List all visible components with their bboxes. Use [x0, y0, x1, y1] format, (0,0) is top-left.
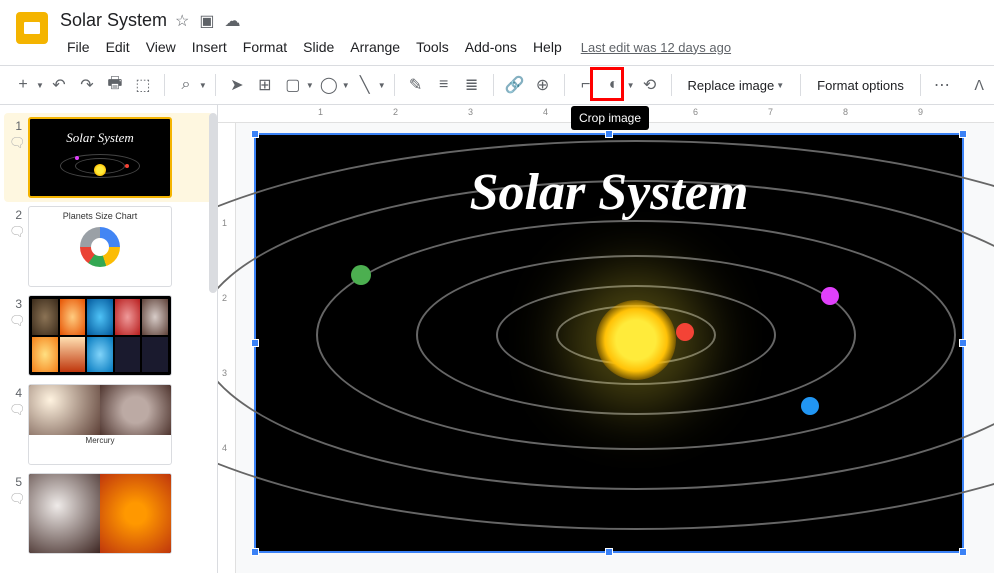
chevron-down-icon[interactable]: ▼: [342, 81, 350, 90]
crop-button[interactable]: ⌐: [573, 72, 599, 98]
mask-button[interactable]: ◐: [601, 72, 627, 98]
menu-insert[interactable]: Insert: [185, 35, 234, 59]
border-dash-button[interactable]: ≣: [459, 72, 485, 98]
document-title[interactable]: Solar System: [60, 10, 167, 31]
menu-addons[interactable]: Add-ons: [458, 35, 524, 59]
comment-button[interactable]: ⊕: [530, 72, 556, 98]
planet-graphic: [801, 397, 819, 415]
chevron-down-icon[interactable]: ▼: [199, 81, 207, 90]
planet-graphic: [351, 265, 371, 285]
comment-icon: 🗨: [9, 491, 26, 507]
border-color-button[interactable]: ✎: [403, 72, 429, 98]
menu-tools[interactable]: Tools: [409, 35, 456, 59]
selection-handle[interactable]: [959, 339, 967, 347]
link-button[interactable]: 🔗: [502, 72, 528, 98]
border-weight-button[interactable]: ≡: [431, 72, 457, 98]
main-area: 1🗨 Solar System 2🗨 Planets Size Chart 3�: [0, 105, 994, 573]
menu-edit[interactable]: Edit: [99, 35, 137, 59]
undo-button[interactable]: ↶: [46, 72, 72, 98]
image-button[interactable]: ▢: [280, 72, 306, 98]
menu-file[interactable]: File: [60, 35, 97, 59]
move-icon[interactable]: ▣: [199, 11, 214, 31]
toolbar: +▼ ↶ ↷ 🖶 ⬚ ⌕▼ ➤ ⊞ ▢▼ ◯▼ ╲▼ ✎ ≡ ≣ 🔗 ⊕ ⌐ ◐…: [0, 65, 994, 105]
selection-handle[interactable]: [251, 130, 259, 138]
slide-thumb-4[interactable]: 4🗨 Mercury: [4, 384, 213, 465]
selection-handle[interactable]: [251, 548, 259, 556]
menu-arrange[interactable]: Arrange: [343, 35, 407, 59]
star-icon[interactable]: ☆: [175, 11, 189, 31]
slide-thumb-5[interactable]: 5🗨: [4, 473, 213, 554]
select-tool[interactable]: ➤: [224, 72, 250, 98]
app-logo[interactable]: [12, 8, 52, 48]
menu-format[interactable]: Format: [236, 35, 294, 59]
textbox-button[interactable]: ⊞: [252, 72, 278, 98]
selection-handle[interactable]: [605, 548, 613, 556]
comment-icon: 🗨: [9, 402, 26, 418]
canvas-area: 1 2 3 4 5 6 7 8 9 1 2 3 4: [218, 105, 994, 573]
slide-thumb-2[interactable]: 2🗨 Planets Size Chart: [4, 206, 213, 287]
scrollbar[interactable]: [209, 113, 217, 293]
selection-handle[interactable]: [959, 548, 967, 556]
zoom-button[interactable]: ⌕: [173, 72, 199, 98]
new-slide-button[interactable]: +: [10, 72, 36, 98]
chevron-down-icon[interactable]: ▼: [378, 81, 386, 90]
menu-view[interactable]: View: [139, 35, 183, 59]
reset-image-button[interactable]: ⟲: [637, 72, 663, 98]
redo-button[interactable]: ↷: [74, 72, 100, 98]
menu-slide[interactable]: Slide: [296, 35, 341, 59]
comment-icon: 🗨: [9, 135, 26, 151]
sun-graphic: [596, 300, 676, 380]
crop-tooltip: Crop image: [571, 106, 649, 130]
planet-graphic: [821, 287, 839, 305]
selection-handle[interactable]: [605, 130, 613, 138]
selection-handle[interactable]: [251, 339, 259, 347]
comment-icon: 🗨: [9, 313, 26, 329]
format-options-button[interactable]: Format options: [809, 74, 912, 97]
chevron-down-icon[interactable]: ▼: [306, 81, 314, 90]
more-button[interactable]: ⋯: [929, 72, 955, 98]
menu-help[interactable]: Help: [526, 35, 569, 59]
slide-title-text: Solar System: [470, 163, 749, 222]
menubar: File Edit View Insert Format Slide Arran…: [60, 33, 982, 65]
slide-thumb-1[interactable]: 1🗨 Solar System: [4, 113, 213, 202]
chevron-down-icon[interactable]: ▼: [36, 81, 44, 90]
paint-format-button[interactable]: ⬚: [130, 72, 156, 98]
planet-graphic: [676, 323, 694, 341]
header: Solar System ☆ ▣ ☁ File Edit View Insert…: [0, 0, 994, 65]
last-edit-link[interactable]: Last edit was 12 days ago: [581, 40, 731, 55]
selection-handle[interactable]: [959, 130, 967, 138]
print-button[interactable]: 🖶: [102, 72, 128, 98]
chevron-down-icon[interactable]: ▼: [627, 81, 635, 90]
line-button[interactable]: ╲: [352, 72, 378, 98]
comment-icon: 🗨: [9, 224, 26, 240]
shape-button[interactable]: ◯: [316, 72, 342, 98]
cloud-icon[interactable]: ☁: [225, 11, 241, 31]
slide-thumb-3[interactable]: 3🗨: [4, 295, 213, 376]
slide-panel: 1🗨 Solar System 2🗨 Planets Size Chart 3�: [0, 105, 218, 573]
slide-canvas[interactable]: Solar System: [254, 133, 964, 553]
replace-image-button[interactable]: Replace image▼: [680, 74, 793, 97]
collapse-toolbar-icon[interactable]: ᐱ: [974, 77, 984, 94]
